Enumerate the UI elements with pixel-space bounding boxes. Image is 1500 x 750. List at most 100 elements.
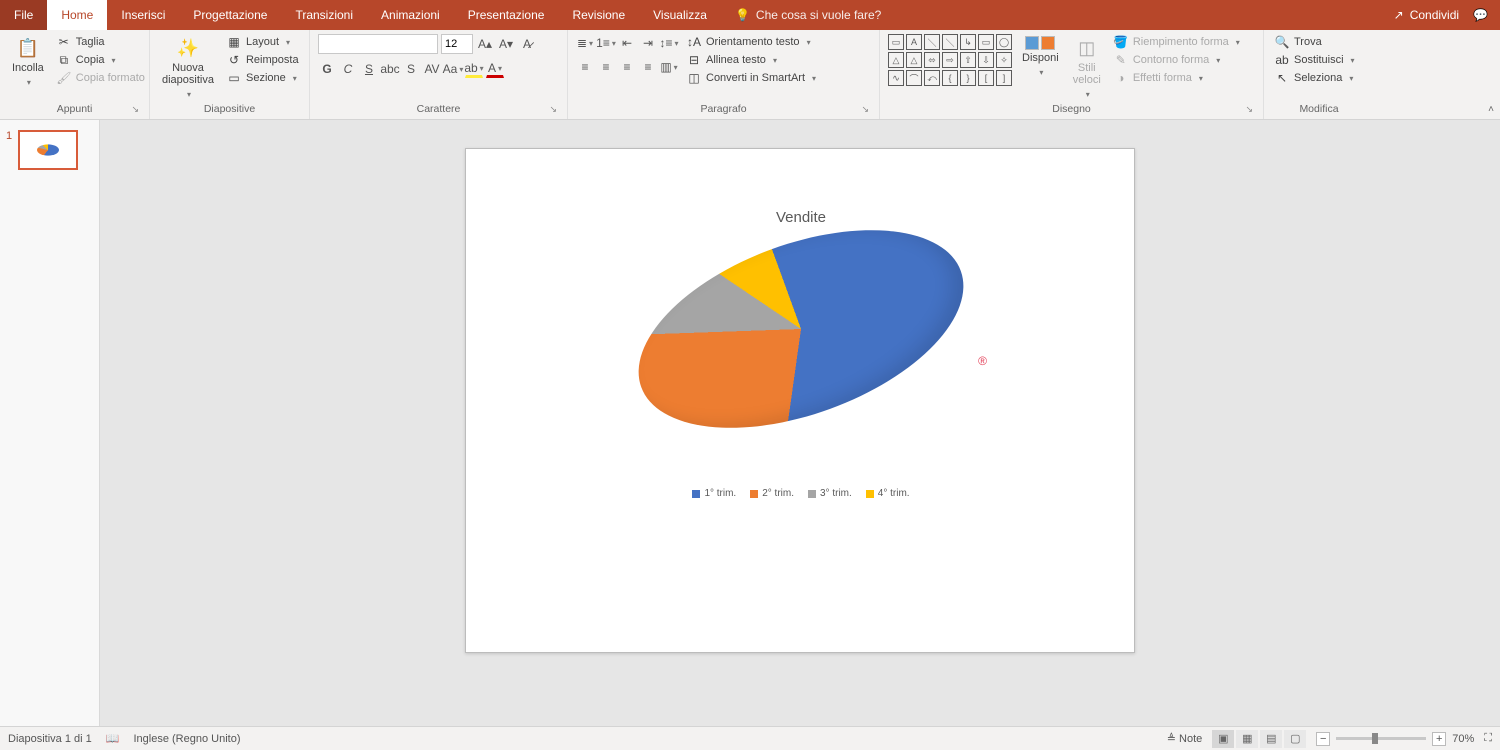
grow-font-icon[interactable]: A▴: [476, 35, 494, 53]
shape-tri2[interactable]: △: [906, 52, 922, 68]
quick-styles-button[interactable]: ◫ Stili veloci: [1069, 34, 1105, 102]
shape-oval[interactable]: ◯: [996, 34, 1012, 50]
strike-button[interactable]: abc: [381, 60, 399, 78]
arrange-button[interactable]: Disponi: [1018, 34, 1063, 80]
underline-button[interactable]: S: [360, 60, 378, 78]
shape-line2[interactable]: ＼: [942, 34, 958, 50]
zoom-percent[interactable]: 70%: [1452, 733, 1474, 745]
align-center-button[interactable]: ≡: [597, 58, 615, 76]
char-spacing-button[interactable]: AV: [423, 60, 441, 78]
replace-button[interactable]: abSostituisci: [1272, 52, 1358, 68]
decrease-indent-button[interactable]: ⇤: [618, 34, 636, 52]
align-left-button[interactable]: ≡: [576, 58, 594, 76]
shape-curve[interactable]: ∿: [888, 70, 904, 86]
shape-tri[interactable]: △: [888, 52, 904, 68]
shape-arrow-l[interactable]: ⬄: [924, 52, 940, 68]
slideshow-view-button[interactable]: ▢: [1284, 730, 1306, 748]
shape-fill-button[interactable]: 🪣Riempimento forma: [1111, 34, 1243, 50]
shape-connector[interactable]: ↳: [960, 34, 976, 50]
shape-curve2[interactable]: ⌒: [906, 70, 922, 86]
shape-bracket-l[interactable]: [: [978, 70, 994, 86]
shape-line[interactable]: ＼: [924, 34, 940, 50]
tab-slideshow[interactable]: Presentazione: [454, 0, 559, 30]
shape-arrow-u[interactable]: ⇧: [960, 52, 976, 68]
shape-arc[interactable]: ⤺: [924, 70, 940, 86]
cut-button[interactable]: ✂Taglia: [54, 34, 148, 50]
sorter-view-button[interactable]: ▦: [1236, 730, 1258, 748]
zoom-in-button[interactable]: +: [1432, 732, 1446, 746]
select-button[interactable]: ↖Seleziona: [1272, 70, 1358, 86]
shape-bracket-r[interactable]: ]: [996, 70, 1012, 86]
shape-textbox[interactable]: A: [906, 34, 922, 50]
slide-1[interactable]: Vendite V 3 ® 1° trim. 2° trim. 3° trim.…: [465, 148, 1135, 653]
reset-button[interactable]: ↺Reimposta: [224, 52, 302, 68]
shadow-button[interactable]: S: [402, 60, 420, 78]
zoom-out-button[interactable]: −: [1316, 732, 1330, 746]
tab-design[interactable]: Progettazione: [179, 0, 281, 30]
shape-outline-button[interactable]: ✎Contorno forma: [1111, 52, 1243, 68]
italic-button[interactable]: C: [339, 60, 357, 78]
shape-rect[interactable]: ▭: [888, 34, 904, 50]
notes-button[interactable]: ≜ Note: [1167, 732, 1203, 745]
shape-brace-r[interactable]: }: [960, 70, 976, 86]
paragraph-launcher[interactable]: ↘: [861, 104, 869, 115]
shape-arrow-d[interactable]: ⇩: [978, 52, 994, 68]
align-right-button[interactable]: ≡: [618, 58, 636, 76]
slide-canvas[interactable]: Vendite V 3 ® 1° trim. 2° trim. 3° trim.…: [100, 120, 1500, 726]
collapse-ribbon-button[interactable]: ˄: [1488, 104, 1494, 115]
language-indicator[interactable]: Inglese (Regno Unito): [133, 733, 240, 745]
shape-arrow-r[interactable]: ⇨: [942, 52, 958, 68]
shrink-font-icon[interactable]: A▾: [497, 35, 515, 53]
bullets-button[interactable]: ≣: [576, 34, 594, 52]
tell-me-search[interactable]: 💡 Che cosa si vuole fare?: [721, 0, 895, 30]
clear-format-icon[interactable]: A̷: [518, 35, 536, 53]
tab-home[interactable]: Home: [47, 0, 107, 30]
drawing-launcher[interactable]: ↘: [1245, 104, 1253, 115]
change-case-button[interactable]: Aa: [444, 60, 462, 78]
chart-object[interactable]: Vendite V 3 ® 1° trim. 2° trim. 3° trim.…: [601, 203, 1001, 603]
highlight-button[interactable]: ab: [465, 60, 483, 78]
tab-transitions[interactable]: Transizioni: [281, 0, 367, 30]
numbering-button[interactable]: 1≡: [597, 34, 615, 52]
bold-button[interactable]: G: [318, 60, 336, 78]
align-text-button[interactable]: ⊟Allinea testo: [684, 52, 819, 68]
tab-insert[interactable]: Inserisci: [107, 0, 179, 30]
fit-to-window-button[interactable]: ⛶: [1484, 732, 1492, 745]
font-size-input[interactable]: [441, 34, 473, 54]
font-color-button[interactable]: A: [486, 60, 504, 78]
columns-button[interactable]: ▥: [660, 58, 678, 76]
increase-indent-button[interactable]: ⇥: [639, 34, 657, 52]
text-direction-button[interactable]: ↕AOrientamento testo: [684, 34, 819, 50]
tab-file[interactable]: File: [0, 0, 47, 30]
copy-button[interactable]: ⧉Copia: [54, 52, 148, 68]
section-button[interactable]: ▭Sezione: [224, 70, 302, 86]
legend-swatch-2: [750, 490, 758, 498]
new-slide-button[interactable]: ✨ Nuova diapositiva: [158, 34, 218, 102]
shape-effects-button[interactable]: ◑Effetti forma: [1111, 70, 1243, 86]
zoom-thumb[interactable]: [1372, 733, 1378, 744]
font-name-input[interactable]: [318, 34, 438, 54]
justify-button[interactable]: ≡: [639, 58, 657, 76]
slide-thumbnail-1[interactable]: [18, 130, 78, 170]
convert-smartart-button[interactable]: ◫Converti in SmartArt: [684, 70, 819, 86]
format-painter-button[interactable]: 🖌Copia formato: [54, 70, 148, 86]
tab-animations[interactable]: Animazioni: [367, 0, 454, 30]
shape-rect2[interactable]: ▭: [978, 34, 994, 50]
zoom-slider[interactable]: [1336, 737, 1426, 740]
spellcheck-icon[interactable]: 📖: [106, 732, 120, 745]
paste-button[interactable]: 📋 Incolla: [8, 34, 48, 90]
clipboard-launcher[interactable]: ↘: [131, 104, 139, 115]
tab-review[interactable]: Revisione: [558, 0, 639, 30]
share-button[interactable]: ↗ Condividi: [1394, 8, 1459, 22]
font-launcher[interactable]: ↘: [549, 104, 557, 115]
comments-icon[interactable]: 💬: [1473, 8, 1488, 22]
shapes-gallery[interactable]: ▭A＼＼↳▭◯ △△⬄⇨⇧⇩✧ ∿⌒⤺{}[]: [888, 34, 1012, 86]
layout-button[interactable]: ▦Layout: [224, 34, 302, 50]
tab-view[interactable]: Visualizza: [639, 0, 721, 30]
shape-brace-l[interactable]: {: [942, 70, 958, 86]
normal-view-button[interactable]: ▣: [1212, 730, 1234, 748]
reading-view-button[interactable]: ▤: [1260, 730, 1282, 748]
shape-star[interactable]: ✧: [996, 52, 1012, 68]
line-spacing-button[interactable]: ↕≡: [660, 34, 678, 52]
find-button[interactable]: 🔍Trova: [1272, 34, 1358, 50]
